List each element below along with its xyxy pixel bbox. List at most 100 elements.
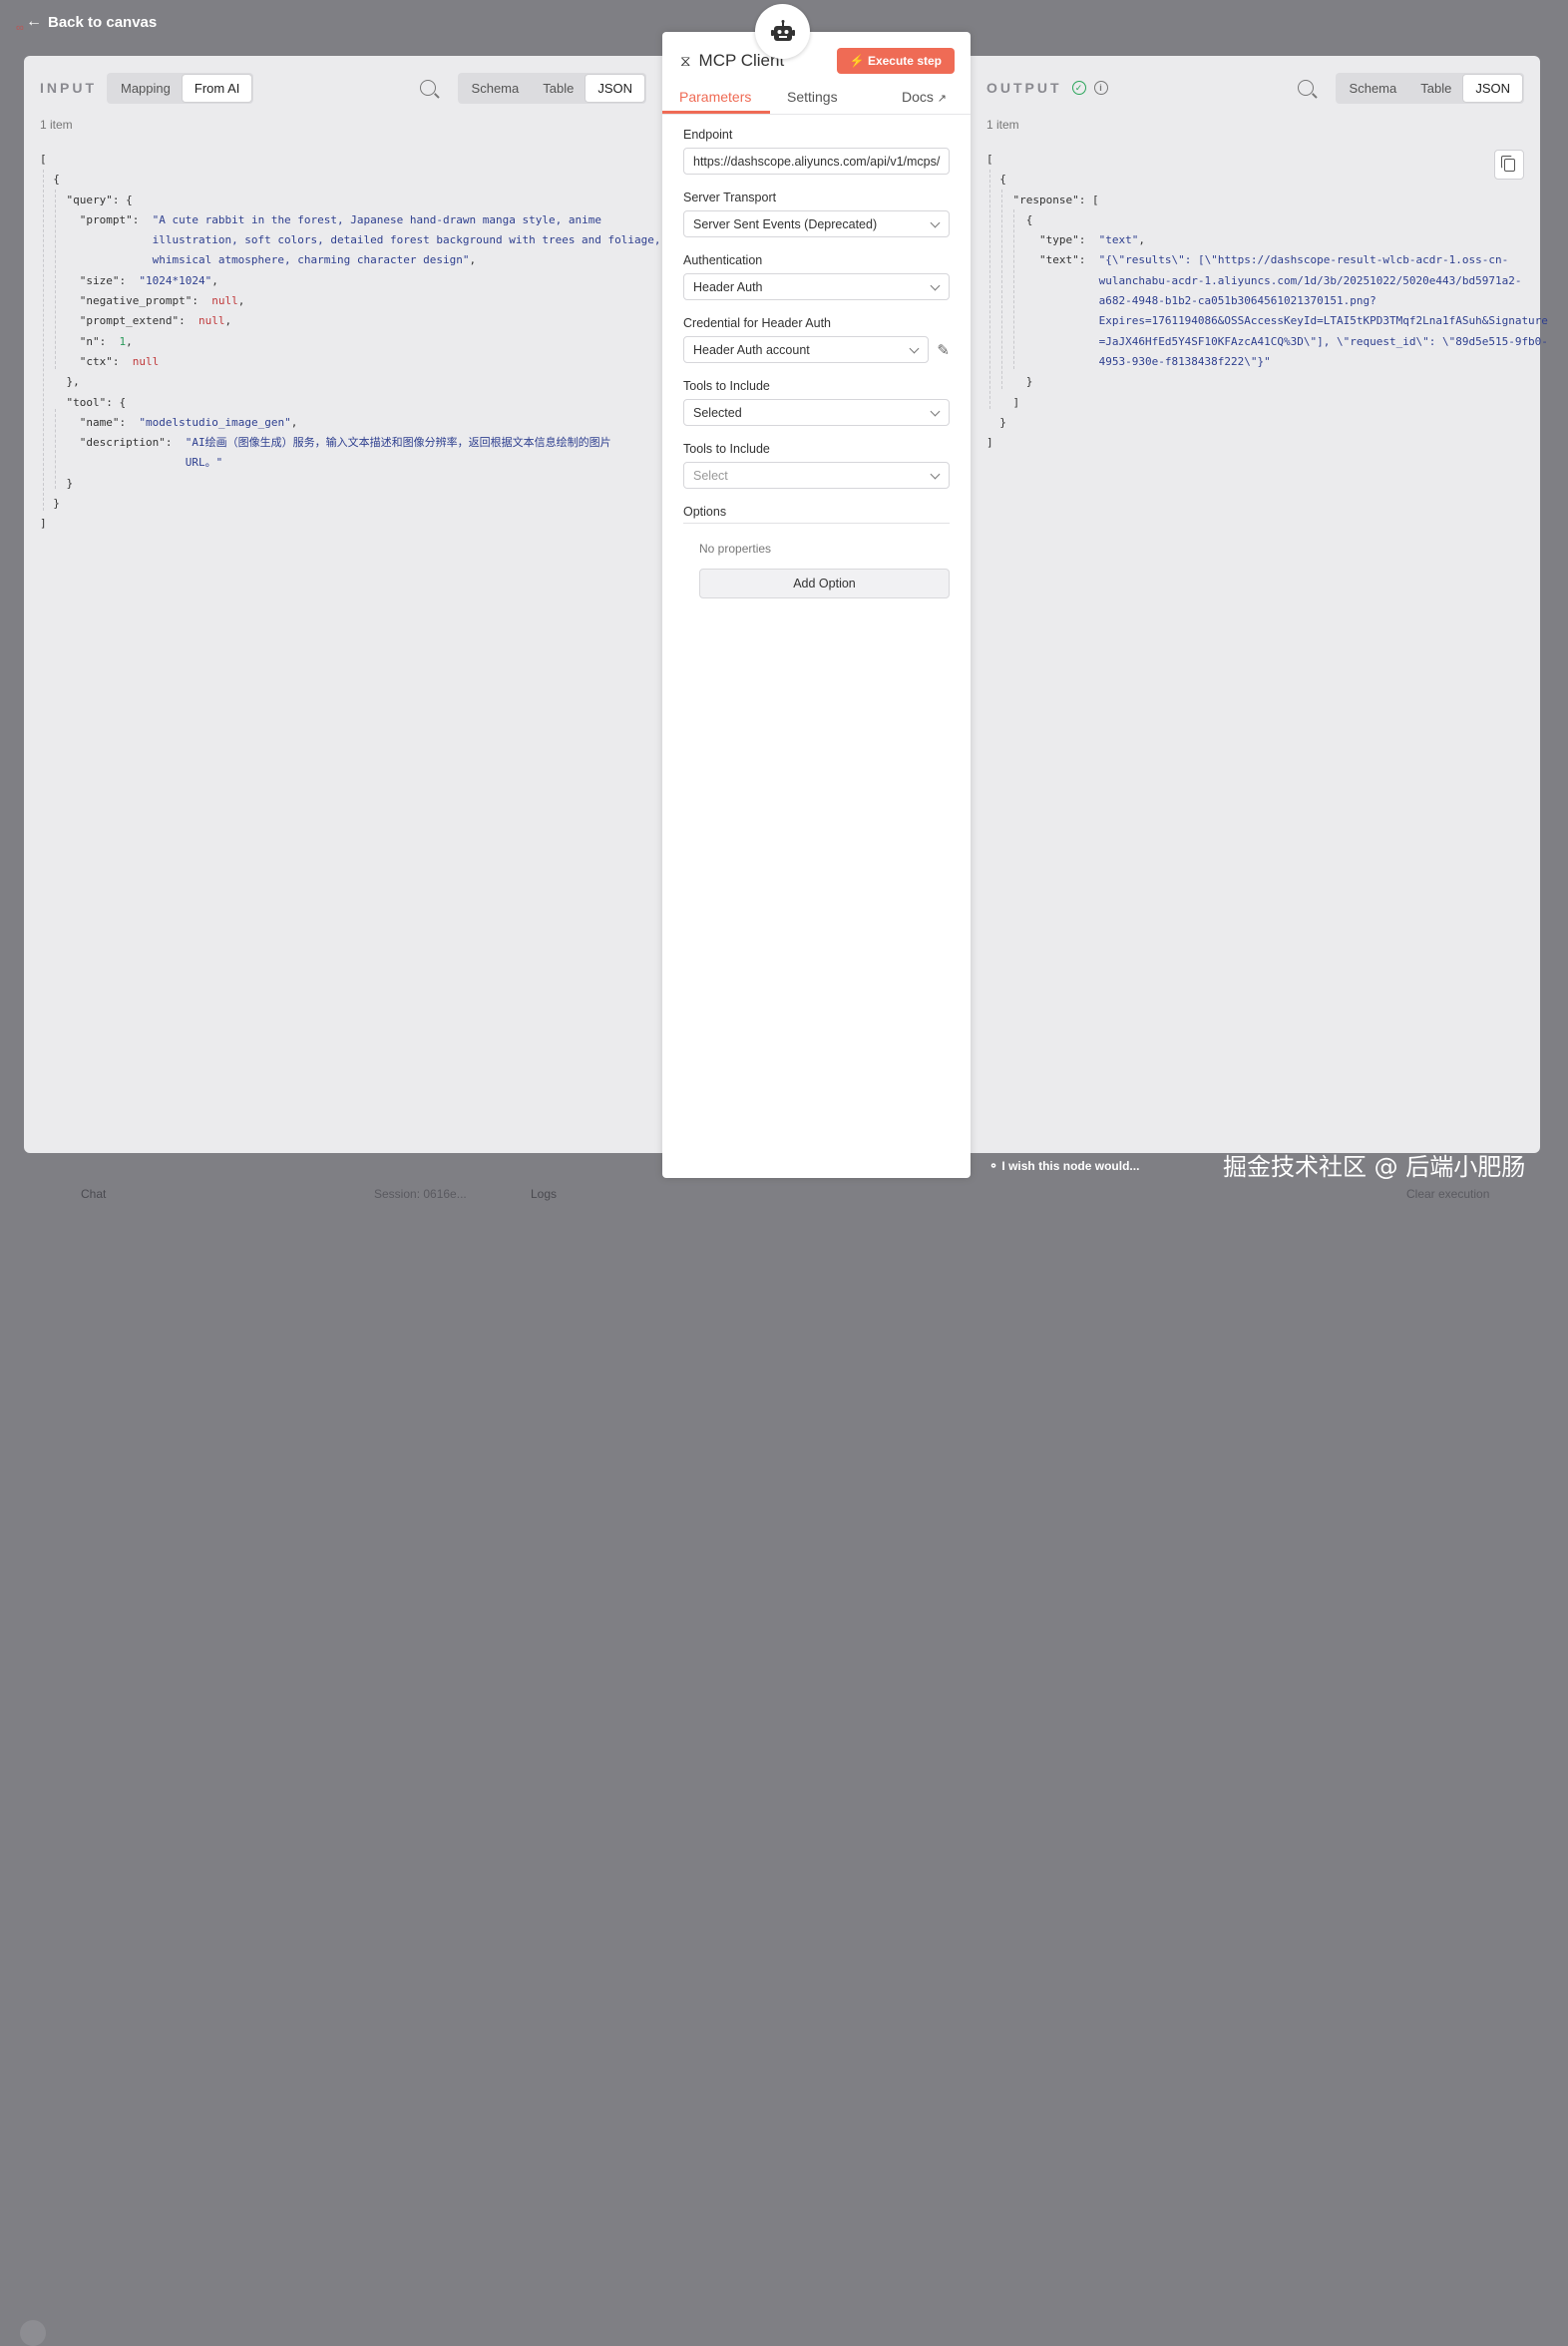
server-transport-select[interactable]: Server Sent Events (Deprecated)	[683, 210, 950, 237]
input-title: INPUT	[40, 80, 97, 96]
json-line: Expires=1761194086&OSSAccessKeyId=LTAI5t…	[986, 311, 1548, 331]
authentication-select[interactable]: Header Auth	[683, 273, 950, 300]
search-icon[interactable]	[1297, 80, 1314, 96]
credential-label: Credential for Header Auth	[683, 316, 832, 330]
arrow-left-icon: ←	[26, 13, 42, 30]
view-schema-tab[interactable]: Schema	[460, 75, 532, 102]
feedback-link[interactable]: ⚬ I wish this node would...	[988, 1159, 1139, 1173]
json-line: whimsical atmosphere, charming character…	[152, 253, 477, 267]
lightbulb-icon: ⚬	[988, 1159, 999, 1173]
view-table-tab[interactable]: Table	[531, 75, 586, 102]
json-value: URL。"	[185, 456, 223, 470]
json-line: {	[986, 212, 1033, 226]
json-value: whimsical atmosphere, charming character…	[152, 253, 470, 267]
server-transport-value: Server Sent Events (Deprecated)	[693, 216, 878, 231]
json-value: null	[211, 294, 238, 308]
json-line: "n": 1,	[79, 334, 133, 348]
json-line: ]	[986, 395, 1020, 409]
view-schema-tab[interactable]: Schema	[1338, 75, 1409, 102]
options-label: Options	[683, 505, 950, 524]
clear-execution-button[interactable]: Clear execution	[1406, 1187, 1489, 1201]
json-line: }	[986, 415, 1006, 429]
edit-pencil-icon[interactable]: ✎	[937, 341, 950, 359]
json-value: "{\"results\": [\"https://dashscope-resu…	[1098, 253, 1509, 267]
input-mode-switch: Mapping From AI	[107, 72, 254, 104]
authentication-label: Authentication	[683, 253, 763, 267]
node-header: ⧖ MCP Client ⚡ Execute step	[680, 46, 955, 76]
json-value: "text"	[1098, 233, 1139, 247]
session-label: Session: 0616e...	[374, 1187, 467, 1201]
view-json-tab[interactable]: JSON	[586, 74, 644, 102]
node-parameters-panel: ⧖ MCP Client ⚡ Execute step Parameters S…	[662, 32, 971, 1178]
node-tabs: Parameters Settings Docs ↗	[662, 84, 971, 115]
credential-value: Header Auth account	[693, 342, 810, 357]
output-json-view: [ { "response": [ { "type": "text", "tex…	[986, 150, 1548, 453]
json-line: a682-4948-b1b2-ca051b3064561021370151.pn…	[986, 291, 1530, 311]
chat-label[interactable]: Chat	[81, 1187, 106, 1201]
json-line: }	[986, 375, 1033, 389]
tab-docs[interactable]: Docs ↗	[902, 89, 947, 105]
json-line: [	[986, 153, 993, 166]
json-line: {	[40, 173, 60, 187]
input-view-switch: Schema Table JSON	[457, 72, 646, 104]
info-icon[interactable]: i	[1093, 81, 1108, 95]
input-header: INPUT Mapping From AI Schema Table JSON	[40, 72, 646, 104]
execute-step-button[interactable]: ⚡ Execute step	[836, 48, 955, 74]
watermark-text: 掘金技术社区 @ 后端小肥肠	[1223, 1153, 1526, 1181]
no-properties-text: No properties	[699, 542, 772, 556]
endpoint-input[interactable]: https://dashscope.aliyuncs.com/api/v1/mc…	[683, 148, 950, 175]
credential-row: Header Auth account ✎	[683, 330, 950, 379]
json-line: "tool": {	[66, 395, 127, 409]
tools-include-select[interactable]: Selected	[683, 399, 950, 426]
json-value: a682-4948-b1b2-ca051b3064561021370151.pn…	[1098, 294, 1376, 308]
logs-label[interactable]: Logs	[531, 1187, 557, 1201]
json-value: 4953-930e-f8138438f222\"}"	[1098, 354, 1271, 368]
search-icon[interactable]	[419, 80, 436, 96]
json-line: =JaJX46HfEd5Y4SF10KFAzcA41CQ%3D\"], \"re…	[986, 332, 1548, 352]
mode-mapping-tab[interactable]: Mapping	[109, 75, 183, 102]
tools-select-placeholder: Select	[693, 468, 728, 483]
json-line: "prompt_extend": null,	[79, 314, 232, 328]
add-option-button[interactable]: Add Option	[699, 569, 950, 598]
json-line: URL。"	[40, 453, 652, 473]
server-transport-label: Server Transport	[683, 191, 777, 204]
chevron-down-icon	[930, 217, 941, 228]
json-line: }	[40, 497, 60, 511]
tools-include-2-label: Tools to Include	[683, 442, 770, 456]
authentication-value: Header Auth	[693, 279, 763, 294]
json-value: null	[132, 354, 160, 368]
robot-node-icon	[755, 4, 810, 59]
json-value: illustration, soft colors, detailed fore…	[152, 233, 661, 247]
feedback-label: I wish this node would...	[1001, 1159, 1140, 1173]
success-check-icon: ✓	[1071, 81, 1086, 95]
tab-settings[interactable]: Settings	[787, 89, 838, 105]
mcp-logo-icon: ⧖	[680, 52, 691, 70]
json-line: "query": {	[66, 193, 133, 206]
output-title: OUTPUT	[986, 80, 1062, 96]
input-json-view: [ { "query": { "prompt": "A cute rabbit …	[40, 150, 661, 535]
json-line: illustration, soft colors, detailed fore…	[40, 230, 661, 250]
output-view-switch: Schema Table JSON	[1335, 72, 1524, 104]
view-json-tab[interactable]: JSON	[1463, 74, 1522, 102]
credential-select[interactable]: Header Auth account	[683, 336, 930, 363]
tab-parameters[interactable]: Parameters	[679, 89, 751, 105]
avatar	[20, 2320, 46, 2346]
tools-include-label: Tools to Include	[683, 379, 770, 393]
parameters-form: Endpoint https://dashscope.aliyuncs.com/…	[683, 128, 950, 598]
json-value: "1024*1024"	[139, 273, 212, 287]
json-line: "prompt": "A cute rabbit in the forest, …	[79, 212, 601, 226]
json-value: Expires=1761194086&OSSAccessKeyId=LTAI5t…	[1098, 314, 1548, 328]
json-line: "description": "AI绘画（图像生成）服务，输入文本描述和图像分辨…	[79, 436, 611, 450]
docs-label: Docs	[902, 89, 934, 105]
json-value: "A cute rabbit in the forest, Japanese h…	[152, 212, 601, 226]
json-value: wulanchabu-acdr-1.aliyuncs.com/1d/3b/202…	[1098, 273, 1522, 287]
mode-from-ai-tab[interactable]: From AI	[182, 74, 252, 102]
json-value: 1	[119, 334, 127, 348]
back-to-canvas-link[interactable]: ← Back to canvas	[26, 13, 157, 31]
chevron-down-icon	[930, 469, 941, 480]
view-table-tab[interactable]: Table	[1408, 75, 1463, 102]
chevron-down-icon	[930, 406, 941, 417]
json-line: wulanchabu-acdr-1.aliyuncs.com/1d/3b/202…	[986, 271, 1530, 291]
active-tab-indicator	[662, 111, 770, 114]
tools-select[interactable]: Select	[683, 462, 950, 489]
